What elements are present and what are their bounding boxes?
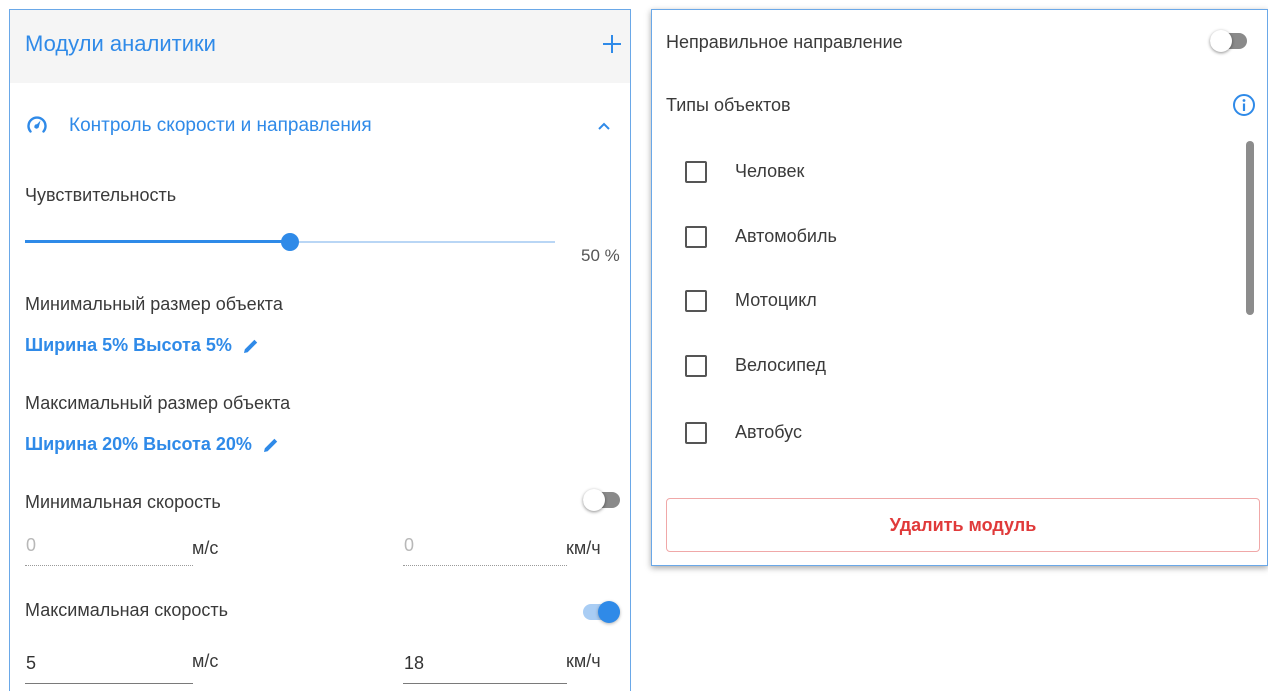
min-speed-kmh-value: 0 <box>404 535 415 555</box>
module-title: Контроль скорости и направления <box>69 115 372 136</box>
module-settings-panel: Неправильное направление Типы объектов Ч… <box>651 9 1268 566</box>
min-speed-toggle[interactable] <box>583 489 620 511</box>
sensitivity-slider[interactable] <box>25 232 555 252</box>
min-size-link[interactable]: Ширина 5% Высота 5% <box>25 335 260 356</box>
checkbox[interactable] <box>685 226 707 248</box>
object-types-label: Типы объектов <box>666 95 791 115</box>
min-speed-mps-unit: м/с <box>192 538 219 558</box>
min-size-label: Минимальный размер объекта <box>25 294 283 314</box>
min-speed-kmh-unit: км/ч <box>566 538 601 558</box>
slider-fill <box>25 240 290 243</box>
analytics-modules-panel: Модули аналитики Контроль скорости и нап… <box>9 9 631 691</box>
min-speed-mps-value: 0 <box>26 535 37 555</box>
min-speed-kmh-input[interactable]: 0 <box>403 530 567 566</box>
max-size-link[interactable]: Ширина 20% Высота 20% <box>25 434 280 455</box>
checkbox[interactable] <box>685 290 707 312</box>
delete-module-button[interactable]: Удалить модуль <box>666 498 1260 552</box>
checkbox-label: Автобус <box>735 422 802 442</box>
checkbox-label: Мотоцикл <box>735 290 817 310</box>
object-types-scrollbar[interactable] <box>1246 141 1254 315</box>
wrong-direction-toggle[interactable] <box>1210 30 1247 52</box>
panel-header: Модули аналитики <box>10 10 630 83</box>
sensitivity-label: Чувствительность <box>25 185 177 205</box>
panel-title: Модули аналитики <box>25 31 216 56</box>
pencil-icon[interactable] <box>262 436 280 454</box>
checkbox[interactable] <box>685 355 707 377</box>
input-underline <box>403 683 567 684</box>
pencil-icon[interactable] <box>242 337 260 355</box>
input-underline <box>403 565 567 566</box>
checkbox[interactable] <box>685 161 707 183</box>
module-header-speed-direction[interactable]: Контроль скорости и направления <box>10 103 630 151</box>
speedometer-icon <box>27 116 47 133</box>
plus-icon[interactable] <box>602 34 622 54</box>
input-underline <box>25 565 193 566</box>
chevron-up-icon[interactable] <box>597 119 611 133</box>
toggle-knob <box>598 601 620 623</box>
min-speed-label: Минимальная скорость <box>25 492 221 512</box>
checkbox-label: Велосипед <box>735 355 827 375</box>
max-speed-mps-value: 5 <box>26 653 37 673</box>
max-speed-label: Максимальная скорость <box>25 600 229 620</box>
toggle-knob <box>1210 30 1232 52</box>
max-speed-mps-unit: м/с <box>192 651 219 671</box>
max-speed-kmh-value: 18 <box>404 653 425 673</box>
max-size-value: Ширина 20% Высота 20% <box>25 434 252 454</box>
max-speed-kmh-input[interactable]: 18 <box>403 648 567 684</box>
input-underline <box>25 683 193 684</box>
min-size-value: Ширина 5% Высота 5% <box>25 335 232 355</box>
wrong-direction-label: Неправильное направление <box>666 32 903 52</box>
checkbox-label: Человек <box>735 161 805 181</box>
toggle-knob <box>583 489 605 511</box>
max-size-label: Максимальный размер объекта <box>25 393 291 413</box>
sensitivity-value: 50 % <box>581 246 620 265</box>
checkbox-label: Автомобиль <box>735 226 837 246</box>
max-speed-mps-input[interactable]: 5 <box>25 648 193 684</box>
slider-thumb[interactable] <box>281 233 299 251</box>
max-speed-kmh-unit: км/ч <box>566 651 601 671</box>
max-speed-toggle[interactable] <box>583 601 620 623</box>
info-icon[interactable] <box>1232 93 1256 117</box>
min-speed-mps-input[interactable]: 0 <box>25 530 193 566</box>
checkbox[interactable] <box>685 422 707 444</box>
